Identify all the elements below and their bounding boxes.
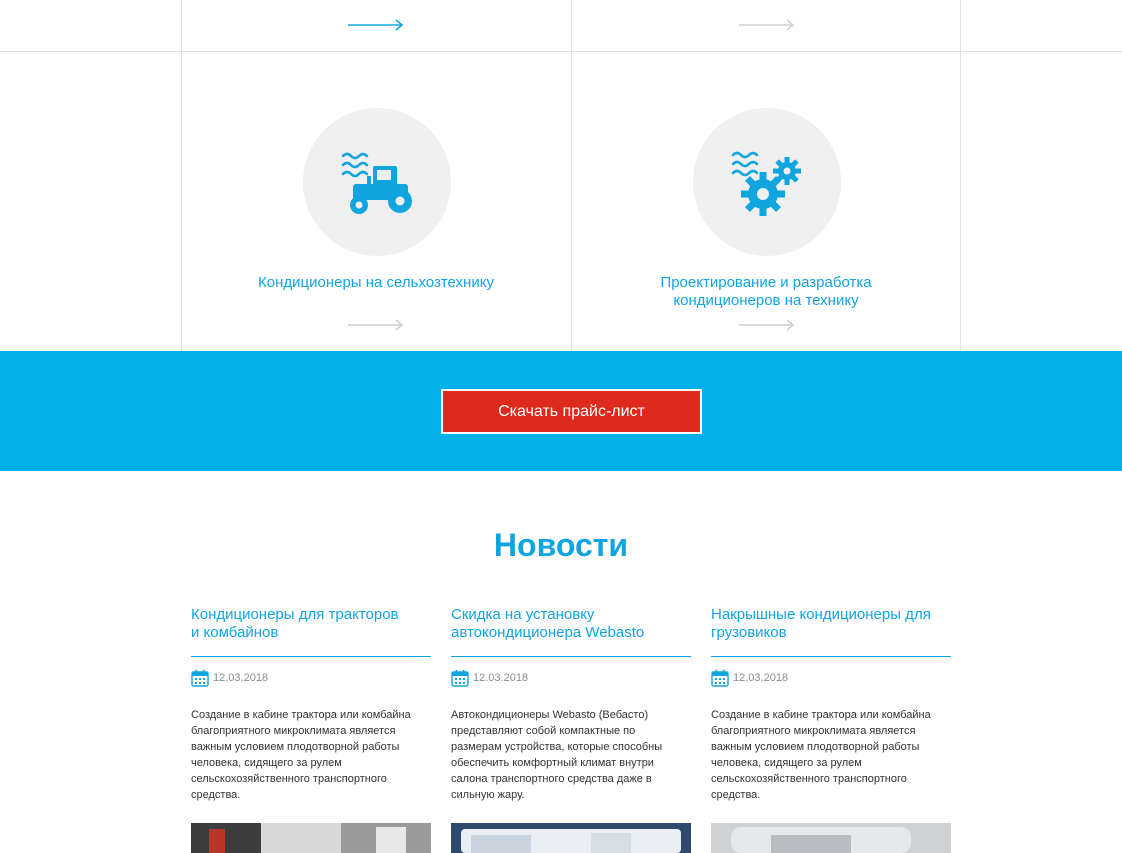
calendar-icon [451, 669, 469, 687]
arrow-right-icon[interactable] [739, 319, 795, 331]
price-list-banner: Скачать прайс-лист [0, 351, 1122, 471]
news-title-line: и комбайнов [191, 624, 279, 641]
news-excerpt: Автокондиционеры Webasto (Вебасто) предс… [451, 707, 691, 803]
arrow-right-icon[interactable] [348, 19, 404, 31]
news-excerpt-line: сильную жару. [451, 789, 525, 801]
service-title-line: Кондиционеры на сельхозтехнику [258, 274, 494, 291]
news-heading: Новости [493, 527, 629, 563]
news-image[interactable] [451, 823, 691, 853]
news-excerpt-line: сельскохозяйственного транспортного [191, 773, 387, 785]
news-date: 12.03.2018 [711, 669, 951, 687]
news-excerpt-line: средства. [711, 789, 761, 801]
service-title: Проектирование и разработка кондиционеро… [572, 274, 960, 310]
news-card: Накрышные кондиционеры для грузовиков 12… [711, 606, 951, 853]
news-excerpt-line: обеспечить комфортный климат внутри [451, 757, 654, 769]
news-date-text: 12.03.2018 [213, 672, 269, 684]
news-date: 12.03.2018 [451, 669, 691, 687]
news-excerpt-line: благоприятного микроклимата является [191, 725, 396, 737]
news-card: Скидка на установку автокондиционера Web… [451, 606, 691, 853]
news-excerpt-line: Создание в кабине трактора или комбайна [711, 709, 931, 721]
news-date-text: 12.03.2018 [473, 672, 529, 684]
news-excerpt-line: Создание в кабине трактора или комбайна [191, 709, 411, 721]
news-title-line: Кондиционеры для тракторов [191, 606, 399, 623]
news-image[interactable] [711, 823, 951, 853]
service-title-line: Проектирование и разработка [660, 274, 872, 291]
news-title-line: Накрышные кондиционеры для [711, 606, 931, 623]
services-grid: Кондиционеры на сельхозтехнику Проектиро… [0, 0, 1122, 351]
service-title: Кондиционеры на сельхозтехнику [182, 274, 570, 292]
news-title-line: Скидка на установку [451, 606, 595, 623]
news-excerpt-line: средства. [191, 789, 241, 801]
tractor-icon [341, 152, 412, 214]
news-excerpt-line: представляют собой компактные по [451, 725, 636, 737]
grid-divider [960, 0, 961, 351]
news-image[interactable] [191, 823, 431, 853]
news-excerpt: Создание в кабине трактора или комбайна … [191, 707, 431, 803]
service-icon-circle [693, 108, 841, 256]
news-title-link[interactable]: Накрышные кондиционеры для грузовиков [711, 606, 951, 646]
news-divider [451, 656, 691, 657]
news-card: Кондиционеры для тракторов и комбайнов 1… [191, 606, 431, 853]
grid-divider [0, 51, 1122, 52]
news-excerpt-line: благоприятного микроклимата является [711, 725, 916, 737]
news-excerpt-line: человека, сидящего за рулем [191, 757, 342, 769]
news-excerpt-line: Автокондиционеры Webasto (Вебасто) [451, 709, 649, 721]
service-title-line: кондиционеров на технику [673, 292, 859, 309]
arrow-right-icon[interactable] [739, 19, 795, 31]
news-excerpt-line: размерам устройства, которые способны [451, 741, 663, 753]
news-excerpt: Создание в кабине трактора или комбайна … [711, 707, 951, 803]
news-excerpt-line: сельскохозяйственного транспортного [711, 773, 907, 785]
news-date-text: 12.03.2018 [733, 672, 789, 684]
news-title-line: автокондиционера Webasto [451, 624, 645, 641]
news-excerpt-line: важным условием плодотворной работы [711, 741, 920, 753]
news-title-line: грузовиков [711, 624, 787, 641]
gears-icon [731, 151, 801, 216]
calendar-icon [711, 669, 729, 687]
news-excerpt-line: человека, сидящего за рулем [711, 757, 862, 769]
arrow-right-icon[interactable] [348, 319, 404, 331]
calendar-icon [191, 669, 209, 687]
news-excerpt-line: салона транспортного средства даже в [451, 773, 652, 785]
news-title-link[interactable]: Скидка на установку автокондиционера Web… [451, 606, 691, 646]
news-excerpt-line: важным условием плодотворной работы [191, 741, 400, 753]
news-title-link[interactable]: Кондиционеры для тракторов и комбайнов [191, 606, 431, 646]
news-divider [711, 656, 951, 657]
service-icon-circle [303, 108, 451, 256]
grid-divider [181, 0, 182, 351]
news-date: 12.03.2018 [191, 669, 431, 687]
download-price-list-button[interactable]: Скачать прайс-лист [441, 389, 702, 434]
news-divider [191, 656, 431, 657]
